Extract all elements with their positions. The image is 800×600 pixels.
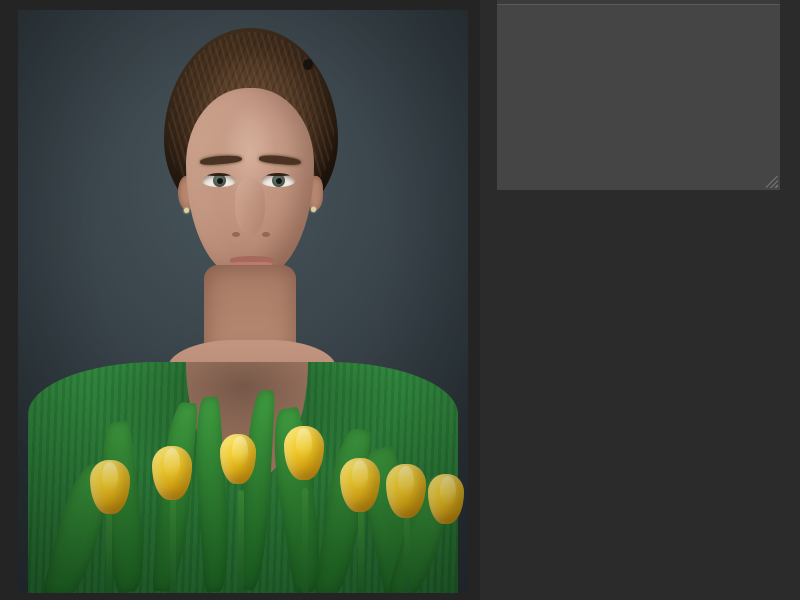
panel-dock: BibliothekenKorrekturenStile Korrektur h…	[480, 0, 800, 600]
upper-panel-body[interactable]	[497, 4, 780, 190]
portrait-photo	[18, 10, 468, 593]
upper-panel-scroll-column	[780, 4, 800, 190]
canvas-area[interactable]	[0, 0, 480, 600]
document-canvas[interactable]	[18, 10, 468, 593]
photoshop-window: BibliothekenKorrekturenStile Korrektur h…	[0, 0, 800, 600]
photo-vignette	[18, 10, 468, 593]
resize-grip-icon[interactable]	[766, 176, 778, 188]
